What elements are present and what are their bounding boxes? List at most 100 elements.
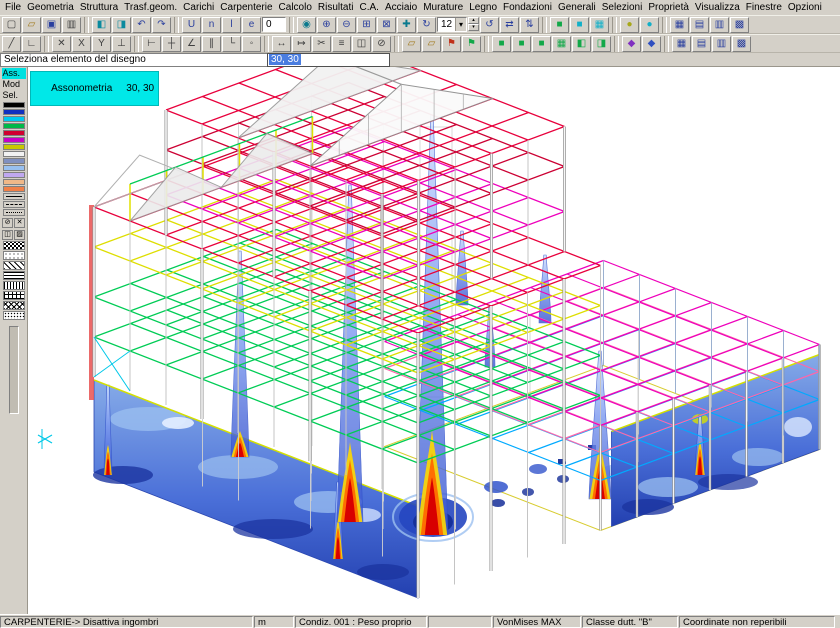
- value-field[interactable]: 0: [262, 17, 286, 32]
- color-swatch-6[interactable]: [3, 144, 25, 150]
- menu-murature[interactable]: Murature: [420, 1, 466, 14]
- table-full-button[interactable]: ▩: [732, 36, 751, 52]
- font-size-select[interactable]: 12▾: [437, 17, 467, 32]
- render-sphere-button[interactable]: ●: [620, 17, 639, 33]
- undo-button[interactable]: ↶: [132, 17, 151, 33]
- save-drawing-button[interactable]: ▱: [422, 36, 441, 52]
- menu-legno[interactable]: Legno: [466, 1, 500, 14]
- visibility-button[interactable]: ◉: [297, 17, 316, 33]
- shaded-box-button[interactable]: ■: [570, 17, 589, 33]
- fill-symbol-button[interactable]: ◫: [2, 230, 13, 240]
- mode-modifica[interactable]: Mod: [2, 79, 26, 90]
- menu-visualizza[interactable]: Visualizza: [692, 1, 743, 14]
- rotate-view-button[interactable]: ↺: [480, 17, 499, 33]
- parallel-tool-button[interactable]: ∥: [202, 36, 221, 52]
- grid-side-button[interactable]: ▥: [710, 17, 729, 33]
- flag-check-button[interactable]: ⚑: [462, 36, 481, 52]
- snap-perp-button[interactable]: ⊥: [112, 36, 131, 52]
- solid-cube-2-button[interactable]: ■: [512, 36, 531, 52]
- menu-carichi[interactable]: Carichi: [180, 1, 217, 14]
- half-cube-right-button[interactable]: ◨: [592, 36, 611, 52]
- color-swatch-5[interactable]: [3, 137, 25, 143]
- menu-acciaio[interactable]: Acciaio: [382, 1, 420, 14]
- mode-selezione[interactable]: Sel.: [2, 90, 26, 101]
- print-button[interactable]: ▥: [62, 17, 81, 33]
- mirror-button[interactable]: ◫: [352, 36, 371, 52]
- color-swatch-11[interactable]: [3, 179, 25, 185]
- zoom-window-button[interactable]: ⊞: [357, 17, 376, 33]
- menu-risultati[interactable]: Risultati: [315, 1, 357, 14]
- redo-button[interactable]: ↷: [152, 17, 171, 33]
- menu-geometria[interactable]: Geometria: [24, 1, 77, 14]
- color-swatch-0[interactable]: [3, 102, 25, 108]
- menu-selezioni[interactable]: Selezioni: [599, 1, 646, 14]
- solid-box-button[interactable]: ■: [550, 17, 569, 33]
- hatch-pattern-checker[interactable]: [3, 241, 25, 250]
- table-sum-button[interactable]: ▤: [692, 36, 711, 52]
- menu-calcolo[interactable]: Calcolo: [276, 1, 315, 14]
- node-snap-button[interactable]: ◦: [242, 36, 261, 52]
- color-swatch-9[interactable]: [3, 165, 25, 171]
- redraw-button[interactable]: ↻: [417, 17, 436, 33]
- new-file-button[interactable]: ▢: [2, 17, 21, 33]
- menu-ca[interactable]: C.A.: [356, 1, 381, 14]
- mesh-cube-button[interactable]: ▦: [552, 36, 571, 52]
- zoom-extents-button[interactable]: ⊠: [377, 17, 396, 33]
- draw-line-button[interactable]: ╱: [2, 36, 21, 52]
- color-swatch-8[interactable]: [3, 158, 25, 164]
- hatch-pattern-dense[interactable]: [3, 311, 25, 320]
- line-style-solid[interactable]: [3, 193, 25, 200]
- zoom-out-button[interactable]: ⊖: [337, 17, 356, 33]
- mode-assonometria[interactable]: Ass.: [2, 68, 26, 79]
- color-swatch-2[interactable]: [3, 116, 25, 122]
- solid-cube-3-button[interactable]: ■: [532, 36, 551, 52]
- color-swatch-7[interactable]: [3, 151, 25, 157]
- line-style-dot[interactable]: [3, 209, 25, 216]
- view-tilt-button[interactable]: ⇅: [520, 17, 539, 33]
- drawing-canvas[interactable]: Assonometria30, 30: [28, 67, 840, 614]
- open-file-button[interactable]: ▱: [22, 17, 41, 33]
- model-viewport[interactable]: [28, 67, 840, 614]
- color-swatch-3[interactable]: [3, 123, 25, 129]
- style-l-button[interactable]: l: [222, 17, 241, 33]
- menu-opzioni[interactable]: Opzioni: [785, 1, 825, 14]
- cross-symbol-button[interactable]: ✕: [14, 218, 25, 228]
- table-grid-button[interactable]: ▥: [712, 36, 731, 52]
- open-drawing-button[interactable]: ▱: [402, 36, 421, 52]
- color-swatch-4[interactable]: [3, 130, 25, 136]
- erase-button[interactable]: ⊘: [372, 36, 391, 52]
- menu-trasfgeom[interactable]: Trasf.geom.: [121, 1, 180, 14]
- table-report-button[interactable]: ▦: [672, 36, 691, 52]
- dropdown-arrow-icon[interactable]: ▾: [455, 18, 466, 31]
- draw-polyline-button[interactable]: ∟: [22, 36, 41, 52]
- align-left-button[interactable]: ⊢: [142, 36, 161, 52]
- delete-element-button[interactable]: ✕: [52, 36, 71, 52]
- angle-tool-button[interactable]: ∠: [182, 36, 201, 52]
- view-flip-button[interactable]: ⇄: [500, 17, 519, 33]
- menu-file[interactable]: File: [2, 1, 24, 14]
- material-sphere-button[interactable]: ●: [640, 17, 659, 33]
- axis-x-button[interactable]: X: [72, 36, 91, 52]
- menu-struttura[interactable]: Struttura: [77, 1, 121, 14]
- trim-button[interactable]: ✂: [312, 36, 331, 52]
- extend-button[interactable]: ↦: [292, 36, 311, 52]
- spinner-arrow-icon[interactable]: ▴: [468, 17, 479, 24]
- palette-scrollbar[interactable]: [9, 326, 19, 414]
- menu-fondazioni[interactable]: Fondazioni: [500, 1, 555, 14]
- hatch-symbol-button[interactable]: ▨: [14, 230, 25, 240]
- info-tool-button[interactable]: ◆: [642, 36, 661, 52]
- style-e-button[interactable]: e: [242, 17, 261, 33]
- mesh-box-button[interactable]: ▦: [590, 17, 609, 33]
- spinner-arrow-icon[interactable]: ▾: [468, 24, 479, 31]
- null-symbol-button[interactable]: ⊘: [2, 218, 13, 228]
- save-file-button[interactable]: ▣: [42, 17, 61, 33]
- menu-carpenterie[interactable]: Carpenterie: [217, 1, 275, 14]
- menu-finestre[interactable]: Finestre: [743, 1, 785, 14]
- color-swatch-12[interactable]: [3, 186, 25, 192]
- axes-origin-button[interactable]: └: [222, 36, 241, 52]
- ortho-mode-button[interactable]: ┼: [162, 36, 181, 52]
- hatch-pattern-dots[interactable]: [3, 251, 25, 260]
- menu-propriet[interactable]: Proprietà: [645, 1, 692, 14]
- hatch-pattern-horiz[interactable]: [3, 271, 25, 280]
- hatch-pattern-diag[interactable]: [3, 261, 25, 270]
